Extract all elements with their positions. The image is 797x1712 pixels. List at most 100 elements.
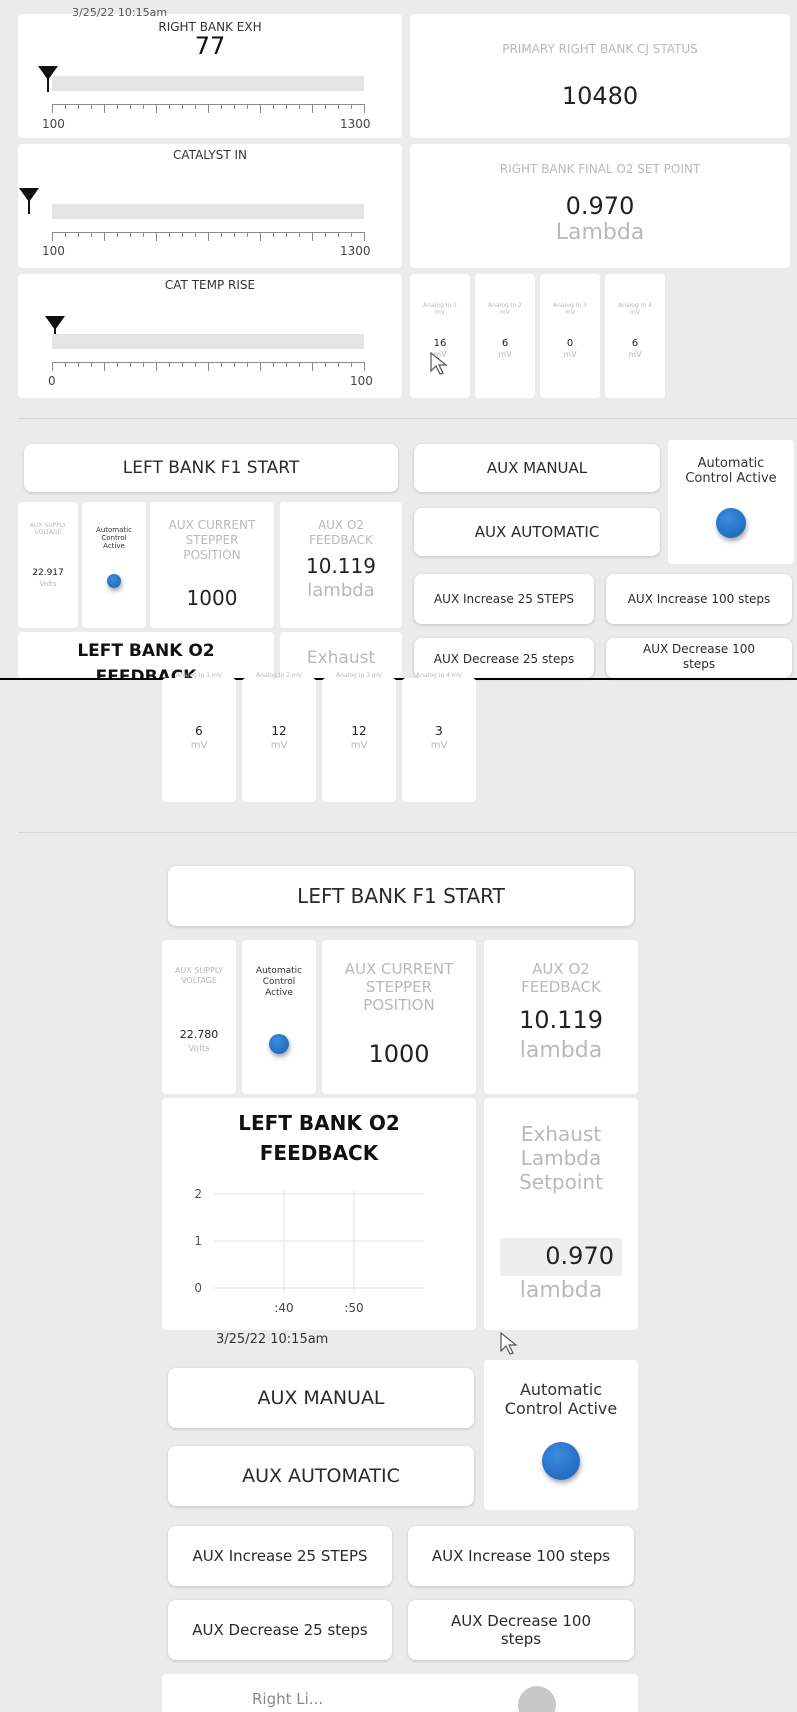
exhaust-unit: lambda bbox=[519, 1278, 603, 1303]
bottom-dashboard-panel: Analog In 1 mV 6 mV Analog In 2 mV 12 mV… bbox=[0, 672, 797, 1712]
gauge-tick bbox=[169, 232, 170, 237]
chart-y-tick-label: 1 bbox=[194, 1234, 202, 1248]
chart-timestamp: 3/25/22 10:15am bbox=[216, 1332, 329, 1347]
gauge-tick bbox=[286, 104, 287, 109]
aux-increase-100-button[interactable]: AUX Increase 100 steps bbox=[606, 574, 792, 624]
gauge-tick bbox=[247, 232, 248, 237]
chart-y-tick-label: 0 bbox=[194, 1281, 202, 1295]
gauge-tick bbox=[65, 104, 66, 109]
partial-bottom-row: Right Li... bbox=[162, 1674, 638, 1712]
exhaust-lambda-setpoint-card: Exhaust Lambda Setpoint 0.970 lambda bbox=[484, 1098, 638, 1330]
gauge-tick bbox=[65, 362, 66, 367]
aux-manual-button[interactable]: AUX MANUAL bbox=[168, 1368, 474, 1428]
final-o2-title: RIGHT BANK FINAL O2 SET POINT bbox=[499, 162, 701, 176]
gauge-tick bbox=[351, 104, 352, 109]
stepper-title: AUX CURRENT STEPPER POSITION bbox=[168, 518, 256, 562]
analog-title: Analog In 2 mV bbox=[488, 302, 522, 316]
gauge-tick bbox=[364, 104, 365, 113]
gauge-tick bbox=[117, 362, 118, 367]
gauge-tick bbox=[78, 232, 79, 237]
aux-supply-voltage-card: AUX SUPPLY VOLTAGE 22.917 Volts bbox=[18, 502, 78, 628]
toggle-knob-icon[interactable] bbox=[518, 1686, 556, 1712]
analog-value: 6 bbox=[501, 338, 509, 349]
gauge-tick bbox=[117, 232, 118, 237]
gauge-tick bbox=[299, 362, 300, 367]
analog-unit: mV bbox=[628, 350, 642, 359]
o2-feedback-unit: lambda bbox=[307, 580, 375, 601]
left-bank-o2-card-partial: LEFT BANK O2 FEEDBACK bbox=[18, 632, 274, 678]
mouse-cursor-icon bbox=[430, 352, 448, 375]
aux-increase-25-button[interactable]: AUX Increase 25 STEPS bbox=[414, 574, 594, 624]
gauge-tick bbox=[104, 362, 105, 371]
gauge-tick bbox=[182, 232, 183, 237]
gauge-tick bbox=[156, 362, 157, 371]
analog-in-4: Analog In 4 mV 6 mV bbox=[605, 274, 665, 398]
aux-decrease-100-button[interactable]: AUX Decrease 100 steps bbox=[606, 638, 792, 678]
exhaust-title: Exhaust bbox=[306, 648, 376, 668]
aux-increase-100-button[interactable]: AUX Increase 100 steps bbox=[408, 1526, 634, 1586]
aux-supply-unit: Volts bbox=[188, 1044, 210, 1054]
gauge-tick bbox=[338, 232, 339, 237]
aux-supply-title: AUX SUPPLY VOLTAGE bbox=[174, 966, 224, 985]
aux-decrease-25-button[interactable]: AUX Decrease 25 steps bbox=[168, 1600, 392, 1660]
analog-title: Analog In 1 mV bbox=[423, 302, 457, 316]
o2-feedback-chart: 0 1 2 :40 :50 bbox=[194, 1187, 424, 1315]
aux-decrease-100-button[interactable]: AUX Decrease 100 steps bbox=[408, 1600, 634, 1660]
final-o2-setpoint-card: RIGHT BANK FINAL O2 SET POINT 0.970 Lamb… bbox=[410, 144, 790, 268]
stepper-value: 1000 bbox=[368, 1040, 430, 1068]
chart-x-tick-label: :50 bbox=[344, 1301, 363, 1315]
o2-feedback-title: AUX O2 FEEDBACK bbox=[309, 518, 373, 547]
aux-automatic-button[interactable]: AUX AUTOMATIC bbox=[168, 1446, 474, 1506]
mouse-cursor-icon bbox=[500, 1332, 518, 1355]
aux-manual-button[interactable]: AUX MANUAL bbox=[414, 444, 660, 492]
gauge-tick bbox=[221, 232, 222, 237]
left-bank-f1-start-button[interactable]: LEFT BANK F1 START bbox=[168, 866, 634, 926]
gauge-tick bbox=[91, 232, 92, 237]
aux-stepper-position-card: AUX CURRENT STEPPER POSITION 1000 bbox=[150, 502, 274, 628]
gauge-min-label: 100 bbox=[42, 117, 65, 131]
gauge-tick bbox=[169, 104, 170, 109]
gauge-tick bbox=[221, 104, 222, 109]
catalyst-in-gauge: CATALYST IN 100 1300 bbox=[18, 144, 402, 268]
chart-y-tick-label: 2 bbox=[194, 1187, 202, 1201]
analog-unit: mV bbox=[563, 350, 577, 359]
auto-active-label: Automatic Control Active bbox=[255, 966, 303, 998]
aux-supply-value: 22.780 bbox=[179, 1028, 219, 1041]
aux-supply-title: AUX SUPPLY VOLTAGE bbox=[29, 522, 67, 536]
gauge-tick bbox=[195, 232, 196, 237]
gauge-tick bbox=[143, 362, 144, 367]
aux-automatic-button[interactable]: AUX AUTOMATIC bbox=[414, 508, 660, 556]
analog-in-4: Analog In 4 mV 3 mV bbox=[402, 672, 476, 802]
gauge-tick bbox=[273, 362, 274, 367]
gauge-tick bbox=[65, 232, 66, 237]
gauge-title: CATALYST IN bbox=[173, 148, 247, 162]
gauge-tick bbox=[234, 362, 235, 367]
gauge-tick bbox=[195, 362, 196, 367]
gauge-tick bbox=[351, 362, 352, 367]
analog-in-1: Analog In 1 mV 6 mV bbox=[162, 672, 236, 802]
analog-value: 0 bbox=[566, 338, 574, 349]
aux-supply-value: 22.917 bbox=[32, 568, 64, 578]
gauge-tick bbox=[273, 232, 274, 237]
analog-value: 3 bbox=[435, 724, 443, 738]
o2-feedback-value: 10.119 bbox=[519, 1006, 603, 1034]
gauge-tick bbox=[312, 232, 313, 241]
chart-x-tick-label: :40 bbox=[274, 1301, 293, 1315]
aux-supply-unit: Volts bbox=[39, 580, 57, 588]
status-indicator-icon bbox=[269, 1034, 289, 1054]
left-bank-f1-start-button[interactable]: LEFT BANK F1 START bbox=[24, 444, 398, 492]
gauge-max-label: 1300 bbox=[340, 244, 371, 258]
aux-increase-25-button[interactable]: AUX Increase 25 STEPS bbox=[168, 1526, 392, 1586]
gauge-pointer-stem bbox=[28, 200, 30, 214]
gauge-tick bbox=[91, 362, 92, 367]
gauge-tick bbox=[325, 104, 326, 109]
gauge-tick bbox=[260, 362, 261, 371]
right-bank-exh-gauge: 3/25/22 10:15am RIGHT BANK EXH 77 100 13… bbox=[18, 6, 402, 138]
stepper-value: 1000 bbox=[186, 586, 238, 610]
gauge-tick bbox=[286, 362, 287, 367]
analog-value: 16 bbox=[433, 338, 447, 349]
analog-in-3: Analog In 3 mV 0 mV bbox=[540, 274, 600, 398]
auto-active-label: Automatic Control Active bbox=[504, 1380, 618, 1418]
gauge-pointer-stem bbox=[47, 78, 49, 92]
section-divider bbox=[18, 832, 797, 833]
